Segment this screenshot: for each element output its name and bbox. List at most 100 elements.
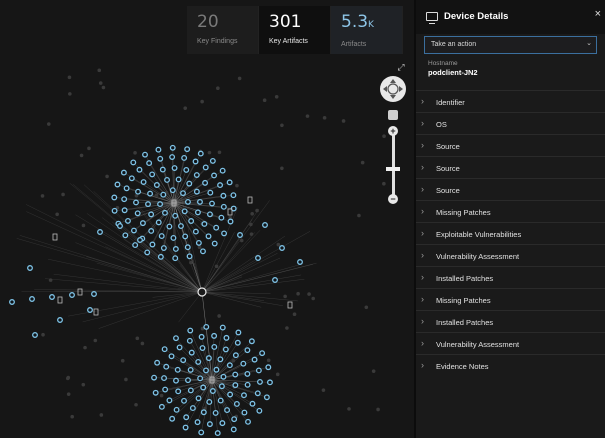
background-node[interactable]: [266, 358, 271, 363]
background-node[interactable]: [101, 85, 106, 90]
artifact-node[interactable]: [211, 343, 218, 350]
tab-artifacts[interactable]: 5.3K Artifacts: [331, 6, 403, 54]
artifact-node[interactable]: [255, 255, 261, 261]
artifact-node[interactable]: [128, 175, 135, 182]
artifact-node[interactable]: [220, 203, 227, 210]
artifact-node[interactable]: [233, 400, 240, 407]
artifact-node[interactable]: [175, 176, 182, 183]
network-graph[interactable]: [0, 0, 414, 438]
background-node[interactable]: [382, 134, 386, 138]
artifact-node[interactable]: [186, 337, 193, 344]
zoom-track[interactable]: [392, 130, 395, 200]
artifact-node[interactable]: [182, 233, 189, 240]
background-node[interactable]: [99, 413, 104, 417]
section-row[interactable]: › Vulnerability Assessment: [416, 332, 605, 354]
artifact-node[interactable]: [157, 201, 164, 208]
artifact-node[interactable]: [219, 420, 226, 427]
background-node[interactable]: [371, 369, 376, 373]
artifact-node[interactable]: [166, 223, 173, 230]
artifact-node[interactable]: [251, 356, 258, 363]
artifact-node[interactable]: [153, 182, 160, 188]
artifact-node[interactable]: [188, 218, 195, 224]
artifact-node[interactable]: [158, 403, 165, 410]
section-row[interactable]: › Evidence Notes: [416, 354, 605, 376]
artifact-node[interactable]: [146, 160, 153, 167]
artifact-node[interactable]: [211, 240, 218, 247]
background-node[interactable]: [275, 372, 280, 377]
background-node[interactable]: [46, 122, 51, 126]
background-node[interactable]: [120, 358, 125, 363]
artifact-node[interactable]: [184, 198, 191, 205]
background-node[interactable]: [81, 382, 86, 387]
artifact-node[interactable]: [244, 347, 251, 354]
artifact-node[interactable]: [214, 430, 221, 437]
artifact-node[interactable]: [186, 253, 193, 260]
artifact-node[interactable]: [157, 155, 164, 162]
artifact-node[interactable]: [193, 172, 200, 178]
artifact-node[interactable]: [155, 219, 162, 226]
artifact-node[interactable]: [200, 248, 206, 255]
background-node[interactable]: [200, 99, 204, 104]
background-node[interactable]: [285, 326, 289, 330]
artifact-node[interactable]: [199, 345, 206, 352]
artifact-node[interactable]: [32, 332, 38, 338]
artifact-node[interactable]: [187, 387, 194, 394]
artifact-node[interactable]: [185, 377, 191, 384]
artifact-node[interactable]: [203, 367, 209, 374]
artifact-node[interactable]: [139, 220, 146, 227]
artifact-node[interactable]: [130, 227, 137, 234]
background-node[interactable]: [202, 373, 207, 378]
artifact-node[interactable]: [226, 179, 233, 186]
background-node[interactable]: [97, 68, 102, 73]
background-node[interactable]: [61, 192, 65, 197]
section-row[interactable]: › Vulnerability Assessment: [416, 244, 605, 266]
artifact-node[interactable]: [160, 245, 167, 251]
artifact-node[interactable]: [195, 395, 202, 402]
artifact-node[interactable]: [174, 366, 181, 373]
artifact-node[interactable]: [222, 346, 229, 353]
artifact-node[interactable]: [226, 362, 233, 369]
background-node[interactable]: [255, 208, 259, 213]
zoom-out-button[interactable]: −: [388, 194, 398, 204]
artifact-node[interactable]: [166, 397, 173, 404]
background-node[interactable]: [311, 296, 316, 301]
artifact-node[interactable]: [163, 363, 170, 370]
artifact-node[interactable]: [189, 405, 196, 412]
artifact-node[interactable]: [244, 370, 251, 377]
artifact-node[interactable]: [197, 375, 204, 382]
artifact-node[interactable]: [187, 366, 194, 373]
artifact-node[interactable]: [297, 259, 303, 265]
background-node[interactable]: [79, 153, 84, 158]
artifact-node[interactable]: [237, 232, 243, 238]
artifact-node[interactable]: [173, 406, 180, 413]
artifact-node[interactable]: [254, 390, 261, 397]
artifact-node[interactable]: [122, 232, 129, 239]
artifact-node[interactable]: [169, 187, 176, 194]
artifact-node[interactable]: [213, 366, 220, 373]
background-node[interactable]: [87, 146, 91, 151]
artifact-node[interactable]: [57, 317, 63, 323]
artifact-node[interactable]: [211, 172, 218, 179]
background-node[interactable]: [249, 222, 253, 227]
artifact-node[interactable]: [241, 409, 248, 416]
background-node[interactable]: [40, 194, 45, 198]
background-node[interactable]: [274, 95, 279, 99]
background-node[interactable]: [48, 278, 53, 282]
artifact-node[interactable]: [121, 207, 128, 214]
section-row[interactable]: › OS: [416, 112, 605, 134]
artifact-node[interactable]: [169, 144, 176, 151]
background-node[interactable]: [237, 76, 242, 81]
artifact-node[interactable]: [168, 353, 175, 360]
artifact-node[interactable]: [255, 367, 262, 374]
artifact-node[interactable]: [266, 379, 273, 386]
artifact-node[interactable]: [159, 166, 166, 173]
background-node[interactable]: [67, 75, 72, 80]
artifact-node[interactable]: [178, 223, 184, 229]
artifact-node[interactable]: [231, 416, 238, 423]
artifact-node[interactable]: [123, 185, 130, 192]
artifact-node[interactable]: [202, 164, 209, 171]
artifact-node[interactable]: [160, 191, 167, 198]
artifact-node[interactable]: [171, 165, 178, 171]
artifact-node[interactable]: [187, 327, 194, 334]
background-node[interactable]: [305, 114, 310, 118]
